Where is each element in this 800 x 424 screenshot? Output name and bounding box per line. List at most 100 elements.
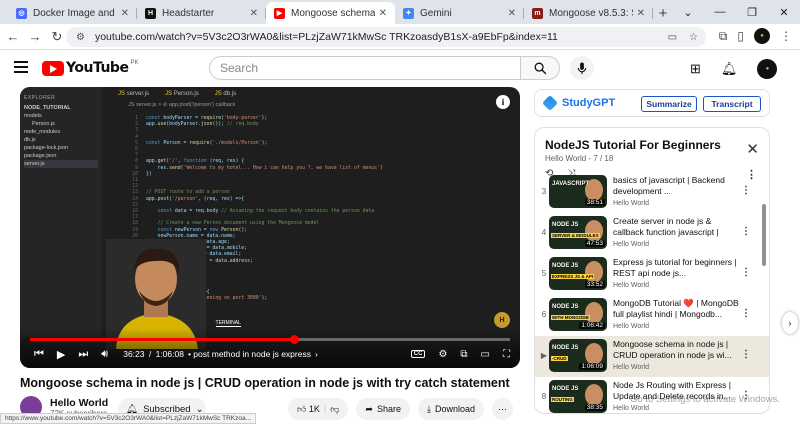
more-actions-icon[interactable]: ⋯ — [492, 398, 513, 420]
browser-tab-strip: ◎ Docker Image and Networking ✕ H Headstarte… — [0, 0, 800, 24]
tab-separator — [652, 8, 653, 19]
download-button[interactable]: ⤓ Download — [417, 398, 484, 420]
item-more-icon[interactable]: ⋮ — [741, 308, 751, 319]
file-tree: models Person.js node_modules db.js package-… — [24, 112, 98, 168]
thumbnail-face — [585, 261, 603, 283]
video-thumbnail[interactable]: NODE JS WITH MONGODB 1:06:42 — [549, 298, 607, 331]
close-window-button[interactable]: ✕ — [768, 0, 800, 24]
playlist-title[interactable]: NodeJS Tutorial For Beginners — [545, 138, 721, 152]
new-tab-button[interactable]: + — [653, 2, 673, 24]
header-actions: ⊞ 🔔︎ ● — [690, 59, 778, 79]
next-arrow-icon[interactable]: › — [782, 312, 798, 334]
share-button[interactable]: ➦ Share — [356, 398, 410, 420]
playlist-scrollbar[interactable] — [762, 204, 766, 266]
video-thumbnail[interactable]: NODE JS SERVER & MODULES 47:53 — [549, 216, 607, 249]
browser-tab[interactable]: ✦ Gemini ✕ — [395, 2, 524, 24]
browser-tab[interactable]: m Mongoose v8.5.3: Schemas ✕ — [524, 2, 653, 24]
back-icon[interactable]: ← — [2, 29, 24, 44]
playlist-item[interactable]: 6 NODE JS WITH MONGODB 1:06:42 MongoDB Tutor… — [535, 295, 769, 336]
js-file-icon: JS — [118, 91, 126, 97]
summarize-button[interactable]: Summarize — [641, 96, 697, 112]
tab-close-icon[interactable]: ✕ — [121, 8, 129, 19]
search-input[interactable]: Search — [209, 56, 521, 80]
video-player[interactable]: EXPLORER NODE_TUTORIAL models Person.js no… — [20, 87, 520, 368]
bookmark-star-icon[interactable]: ☆ — [689, 32, 698, 43]
notifications-bell-icon[interactable]: 🔔︎ — [721, 61, 738, 77]
next-icon[interactable]: ⏭ — [78, 348, 88, 361]
sidepanel-icon[interactable]: ▯ — [737, 29, 744, 43]
channel-name[interactable]: Hello World — [50, 397, 108, 409]
transcript-button[interactable]: Transcript — [703, 96, 761, 112]
previous-icon[interactable]: ⏮ — [34, 348, 44, 361]
maximize-button[interactable]: ❐ — [736, 0, 768, 24]
tab-close-icon[interactable]: ✕ — [637, 8, 645, 19]
progress-bar[interactable] — [30, 335, 510, 344]
like-button[interactable]: 👍︎ 1K — [297, 404, 320, 415]
thumbnail-text: NODE JS — [552, 345, 579, 351]
playlist-item[interactable]: 5 NODE JS EXPRESS JS & API 33:52 Express js … — [535, 254, 769, 295]
extensions-puzzle-icon[interactable]: ⧉ — [719, 29, 728, 44]
video-thumbnail[interactable]: NODE JS ROUTING 38:35 — [549, 380, 607, 413]
video-info-icon[interactable]: i — [496, 95, 510, 109]
profile-avatar[interactable]: ● — [754, 28, 770, 44]
theater-mode-icon[interactable]: ▭ — [481, 349, 490, 360]
cast-icon[interactable]: ▭ — [668, 32, 677, 43]
channel-watermark-icon[interactable]: H — [494, 312, 510, 328]
playlist-item[interactable]: 4 NODE JS SERVER & MODULES 47:53 Create serv… — [535, 213, 769, 254]
tab-favicon-icon: ◎ — [16, 7, 27, 19]
minimize-button[interactable]: — — [704, 0, 736, 24]
video-thumbnail[interactable]: NODE JS EXPRESS JS & API 33:52 — [549, 257, 607, 290]
tab-favicon-icon: ✦ — [403, 7, 414, 19]
miniplayer-icon[interactable]: ⧉ — [460, 349, 467, 360]
item-more-icon[interactable]: ⋮ — [741, 185, 751, 196]
playlist-item-index: 8 — [541, 392, 547, 401]
tab-close-icon[interactable]: ✕ — [508, 8, 516, 19]
tab-search-icon[interactable]: ⌄ — [672, 0, 704, 24]
chapter-chevron-icon[interactable]: › — [315, 349, 318, 359]
volume-icon[interactable]: 🔊︎ — [101, 348, 108, 361]
captions-icon[interactable]: CC — [410, 350, 426, 358]
address-bar[interactable]: ⚙ youtube.com/watch?v=5V3c2O3rWA0&list=P… — [66, 27, 706, 47]
forward-icon[interactable]: → — [24, 29, 46, 44]
settings-gear-icon[interactable]: ⚙ — [438, 349, 447, 360]
video-thumbnail[interactable]: JAVASCRIPT 38:51 — [549, 175, 607, 208]
playlist-item[interactable]: ▶ NODE JS -CRUD 1:06:09 Mongoose schema in n… — [535, 336, 769, 377]
playlist-item[interactable]: 3 JAVASCRIPT 38:51 basics of javascript | B… — [535, 172, 769, 213]
browser-menu-icon[interactable]: ⋮ — [780, 29, 792, 43]
browser-tab[interactable]: ◎ Docker Image and Networking ✕ — [8, 2, 137, 24]
close-playlist-icon[interactable]: ✕ — [746, 140, 759, 158]
playlist-item-index: 6 — [541, 310, 547, 319]
voice-search-button[interactable] — [570, 56, 594, 80]
activate-windows-watermark: Go to Settings to activate Windows. — [630, 394, 780, 405]
editor-tabs: JS server.js JS Person.js JS db.js — [118, 91, 236, 97]
youtube-logo[interactable]: YouTube PK — [42, 60, 138, 76]
vscode-explorer: EXPLORER NODE_TUTORIAL models Person.js no… — [20, 87, 102, 337]
microphone-icon — [577, 61, 587, 74]
search-button[interactable] — [520, 56, 560, 80]
item-more-icon[interactable]: ⋮ — [741, 226, 751, 237]
fullscreen-icon[interactable]: ⛶ — [503, 349, 510, 360]
playlist-item-channel: Hello World — [613, 364, 650, 371]
account-avatar[interactable]: ● — [757, 59, 778, 79]
video-thumbnail[interactable]: NODE JS -CRUD 1:06:09 — [549, 339, 607, 372]
item-more-icon[interactable]: ⋮ — [741, 267, 751, 278]
dislike-icon[interactable]: 👎︎ — [330, 404, 339, 415]
tab-close-icon[interactable]: ✕ — [379, 8, 387, 19]
editor-tab-label: db.js — [223, 91, 237, 97]
chapter-title[interactable]: • post method in node js express — [188, 349, 311, 359]
hamburger-menu-icon[interactable] — [14, 61, 28, 76]
create-video-icon[interactable]: ⊞ — [690, 61, 701, 77]
browser-tab[interactable]: H Headstarter ✕ — [137, 2, 266, 24]
file-tree-item: Person.js — [32, 121, 55, 127]
site-info-icon[interactable]: ⚙ — [76, 32, 85, 43]
playlist-subtitle: Hello World - 7 / 18 — [545, 154, 614, 163]
reload-icon[interactable]: ↻ — [46, 29, 68, 45]
video-duration: 1:06:42 — [579, 322, 605, 329]
browser-tab[interactable]: ▶ Mongoose schema in node js ✕ — [266, 2, 395, 24]
item-more-icon[interactable]: ⋮ — [741, 349, 751, 360]
play-icon[interactable]: ▶ — [57, 348, 65, 361]
video-actions: 👍︎ 1K | 👎︎ ➦ Share ⤓ Download ⋯ — [288, 398, 513, 420]
time-separator: / — [146, 349, 154, 359]
video-duration: 1:06:09 — [579, 363, 605, 370]
tab-close-icon[interactable]: ✕ — [250, 8, 258, 19]
